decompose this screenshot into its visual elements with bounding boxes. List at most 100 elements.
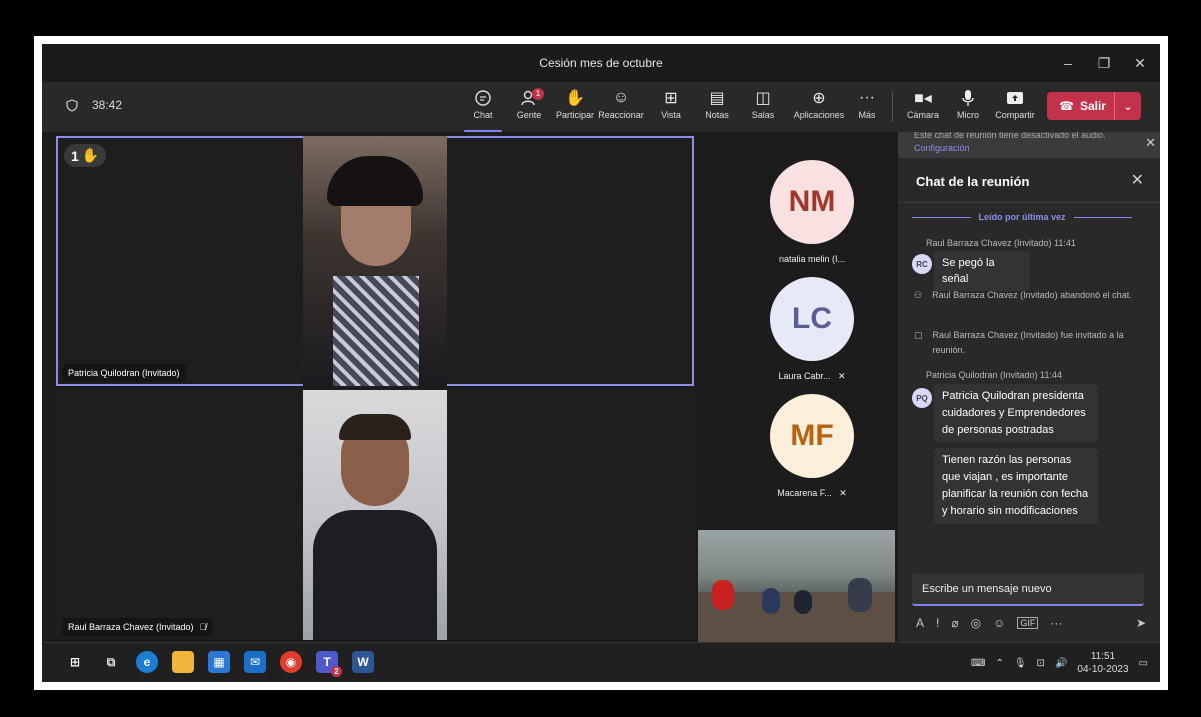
video-stage: 1 ✋ Patricia Quilodran (Invitado) Raul B…	[42, 132, 898, 682]
view-label: Vista	[661, 110, 681, 120]
rooms-button[interactable]: ◫ Salas	[740, 86, 786, 120]
gif-icon[interactable]: GIF	[1017, 617, 1039, 629]
react-label: Reaccionar	[598, 110, 644, 120]
edge-icon[interactable]: e	[136, 651, 158, 673]
close-icon[interactable]: ✕	[1145, 135, 1156, 151]
timer-text: 38:42	[92, 98, 123, 112]
people-label: Gente	[516, 110, 542, 120]
meeting-timer: 38:42	[66, 98, 122, 112]
chat-title: Chat de la reunión	[916, 174, 1030, 189]
avatar: MF	[770, 394, 854, 478]
participant-name: Macarena F...	[777, 488, 832, 498]
banner-text: Este chat de reunión tiene desactivado e…	[914, 132, 1106, 140]
send-icon[interactable]: ➤	[1136, 616, 1146, 630]
participant-name-tag: Raul Barraza Chavez (Invitado) 🎙̸	[62, 618, 213, 636]
message-meta: Raul Barraza Chavez (Invitado) 11:41	[926, 238, 1076, 248]
meeting-toolbar: 38:42 Chat 1 Gente ✋ Participar ☺ Reacci…	[42, 82, 1160, 132]
chrome-icon[interactable]: ◉	[280, 651, 302, 673]
divider	[898, 202, 1160, 203]
rooms-icon: ◫	[755, 90, 771, 107]
grid-icon: ⊞	[664, 90, 678, 107]
apps-icon: ⊕	[812, 90, 826, 107]
avatar: PQ	[912, 388, 932, 408]
file-explorer-icon[interactable]	[172, 651, 194, 673]
close-icon[interactable]: ✕	[1122, 44, 1158, 82]
mic-muted-icon: ✕	[834, 488, 847, 498]
loop-icon[interactable]: ◎	[971, 616, 981, 630]
banner-settings-link[interactable]: Configuración	[914, 143, 1142, 153]
participant-name: Patricia Quilodran (Invitado)	[68, 368, 180, 378]
share-button[interactable]: Compartir	[992, 86, 1038, 120]
word-icon[interactable]: W	[352, 651, 374, 673]
notes-button[interactable]: ▤ Notas	[694, 86, 740, 120]
chat-message: Tienen razón las personas que viajan , e…	[934, 448, 1098, 524]
chat-button[interactable]: Chat	[460, 86, 506, 132]
chat-panel: Este chat de reunión tiene desactivado e…	[898, 132, 1160, 682]
raise-hand-button[interactable]: ✋ Participar	[552, 86, 598, 120]
important-icon[interactable]: !	[936, 616, 939, 630]
react-button[interactable]: ☺ Reaccionar	[598, 86, 644, 120]
chevron-down-icon[interactable]: ⌄	[1115, 100, 1141, 113]
view-button[interactable]: ⊞ Vista	[648, 86, 694, 120]
store-icon[interactable]: ▦	[208, 651, 230, 673]
smile-icon: ☺	[612, 89, 630, 106]
participant-avatar-lc[interactable]: LC Laura Cabr... ✕	[757, 277, 867, 382]
participant-tile-patricia[interactable]: 1 ✋ Patricia Quilodran (Invitado)	[56, 136, 694, 386]
keyboard-icon[interactable]: ⌨	[971, 658, 985, 669]
participant-name-row: Macarena F... ✕	[757, 488, 867, 499]
share-label: Compartir	[995, 110, 1035, 120]
participant-name: Laura Cabr...	[778, 371, 831, 381]
restore-icon[interactable]: ❐	[1086, 44, 1122, 82]
system-message: ▢ Raul Barraza Chavez (Invitado) fue inv…	[914, 328, 1134, 358]
rooms-label: Salas	[751, 110, 775, 120]
chevron-up-icon[interactable]: ⌃	[995, 658, 1003, 669]
mail-icon[interactable]: ✉	[244, 651, 266, 673]
toolbar-separator	[892, 92, 893, 122]
apps-label: Aplicaciones	[793, 110, 845, 120]
participant-tile-raul[interactable]: Raul Barraza Chavez (Invitado) 🎙̸	[56, 390, 694, 640]
notification-icon[interactable]: ▭	[1139, 658, 1148, 669]
task-view-icon[interactable]: ⧉	[100, 651, 122, 673]
camera-button[interactable]: ■◂ Cámara	[900, 86, 946, 120]
teams-icon[interactable]: T2	[316, 651, 342, 677]
audio-banner: Este chat de reunión tiene desactivado e…	[898, 132, 1160, 158]
last-read-label: Leído por última vez	[978, 212, 1066, 222]
system-message-text: Raul Barraza Chavez (Invitado) abandonó …	[932, 290, 1132, 300]
raise-hand-icon: ✋	[81, 147, 100, 163]
more-icon[interactable]: ···	[1050, 616, 1062, 630]
minimize-icon[interactable]: –	[1050, 44, 1086, 82]
leave-button[interactable]: ☎ Salir ⌄	[1047, 92, 1141, 120]
avatar: RC	[912, 254, 932, 274]
participant-name-tag: Patricia Quilodran (Invitado)	[62, 364, 186, 382]
system-message: ⚇ Raul Barraza Chavez (Invitado) abandon…	[914, 288, 1134, 303]
compose-placeholder: Escribe un mensaje nuevo	[922, 583, 1052, 595]
emoji-icon[interactable]: ☺	[993, 616, 1005, 630]
message-input[interactable]: Escribe un mensaje nuevo	[912, 574, 1144, 606]
raise-hand-label: Participar	[555, 110, 594, 120]
chat-label: Chat	[473, 110, 493, 120]
clock[interactable]: 11:51 04-10-2023	[1077, 650, 1128, 676]
chat-icon	[474, 86, 492, 110]
network-icon[interactable]: ⊡	[1037, 658, 1045, 669]
participant-avatar-nm[interactable]: NM natalia melin (I...	[757, 160, 867, 264]
people-button[interactable]: 1 Gente	[506, 86, 552, 120]
attach-icon[interactable]: ⌀	[951, 616, 958, 630]
message-meta: Patricia Quilodran (Invitado) 11:44	[926, 370, 1062, 380]
participant-avatar-mf[interactable]: MF Macarena F... ✕	[757, 394, 867, 499]
video-feed	[303, 390, 447, 640]
more-button[interactable]: ··· Más	[844, 86, 890, 120]
windows-start-icon[interactable]: ⊞	[64, 651, 86, 673]
person-leave-icon: ⚇	[914, 290, 923, 300]
share-icon	[1006, 86, 1024, 110]
video-feed	[303, 136, 447, 386]
apps-button[interactable]: ⊕ Aplicaciones	[790, 86, 848, 120]
chat-message: Patricia Quilodran presidenta cuidadores…	[934, 384, 1098, 442]
teams-window: Cesión mes de octubre – ❐ ✕ 38:42 Chat 1…	[42, 44, 1160, 682]
room-video-feed[interactable]	[698, 530, 895, 642]
mic-button[interactable]: Micro	[945, 86, 991, 120]
more-icon: ···	[859, 89, 875, 106]
close-icon[interactable]: ✕	[1131, 170, 1144, 190]
chat-message: Se pegó la señal	[934, 251, 1030, 291]
format-icon[interactable]: A	[916, 616, 924, 630]
volume-icon[interactable]: 🔊	[1055, 658, 1067, 669]
